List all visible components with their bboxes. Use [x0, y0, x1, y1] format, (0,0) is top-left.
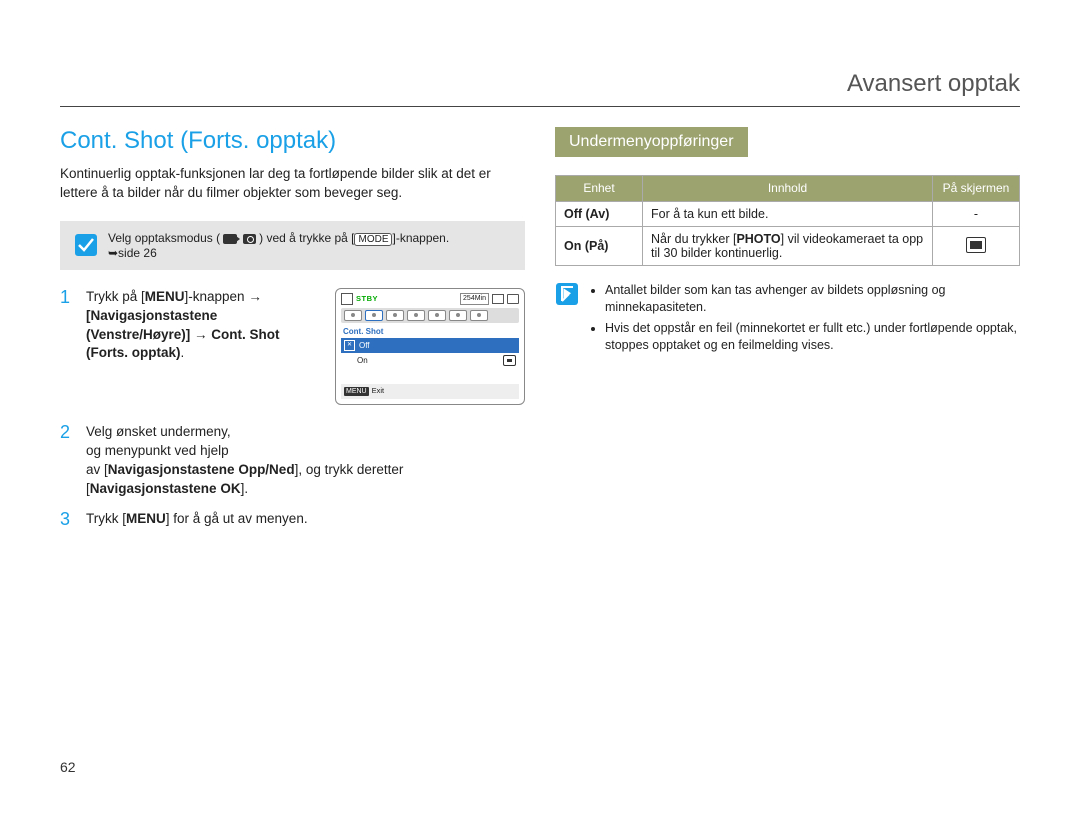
left-column: Cont. Shot (Forts. opptak) Kontinuerlig …: [60, 127, 525, 542]
page-number: 62: [60, 759, 76, 775]
step-number: 3: [60, 510, 74, 530]
menu-option-on: On: [341, 353, 519, 368]
time-counter: 254Min: [460, 293, 489, 305]
tip-box: Antallet bilder som kan tas avhenger av …: [555, 282, 1020, 358]
mode-note-text: Velg opptaksmodus ( ) ved å trykke på [M…: [108, 231, 449, 260]
table-row: Off (Av) For å ta kun ett bilde. -: [556, 202, 1020, 227]
sd-icon: [341, 293, 353, 305]
menu-title: Cont. Shot: [341, 325, 519, 338]
menu-option-off: ✕ Off: [341, 338, 519, 353]
battery-icon: [507, 294, 519, 304]
col-enhet: Enhet: [556, 176, 643, 202]
step-2: 2 Velg ønsket undermeny, og menypunkt ve…: [60, 423, 525, 499]
video-mode-icon: [223, 234, 237, 244]
menu-tabs: [341, 308, 519, 323]
note-icon: [555, 282, 579, 358]
menu-chip: MENU: [344, 387, 369, 397]
tab-icon: [470, 310, 488, 321]
submenu-header: Undermenyoppføringer: [555, 127, 748, 157]
step-number: 2: [60, 423, 74, 499]
header-title: Avansert opptak: [847, 70, 1020, 97]
submenu-table: Enhet Innhold På skjermen Off (Av) For å…: [555, 175, 1020, 266]
cont-shot-icon: [966, 237, 986, 253]
mode-button-label: MODE: [354, 233, 392, 246]
photo-mode-icon: [243, 234, 256, 244]
step-list: 1 STBY 254Min: [60, 288, 525, 530]
intro-text: Kontinuerlig opptak-funksjonen lar deg t…: [60, 165, 525, 203]
tab-icon-active: [365, 310, 383, 321]
section-title: Cont. Shot (Forts. opptak): [60, 127, 525, 155]
table-row: On (På) Når du trykker [PHOTO] vil video…: [556, 227, 1020, 266]
step-number: 1: [60, 288, 74, 411]
check-icon: [74, 233, 98, 257]
tab-icon: [428, 310, 446, 321]
tab-icon: [407, 310, 425, 321]
card-icon: [492, 294, 504, 304]
col-innhold: Innhold: [643, 176, 933, 202]
page-header: Avansert opptak: [60, 70, 1020, 107]
tip-item: Hvis det oppstår en feil (minnekortet er…: [605, 320, 1020, 354]
off-glyph-icon: ✕: [344, 340, 355, 351]
stby-label: STBY: [356, 294, 378, 305]
right-column: Undermenyoppføringer Enhet Innhold På sk…: [555, 127, 1020, 542]
mode-note: Velg opptaksmodus ( ) ved å trykke på [M…: [60, 221, 525, 270]
tab-icon: [344, 310, 362, 321]
tab-icon: [386, 310, 404, 321]
camera-screen: STBY 254Min: [335, 288, 525, 405]
tab-icon: [449, 310, 467, 321]
page-reference: ➥side 26: [108, 246, 157, 260]
step-1: 1 STBY 254Min: [60, 288, 525, 411]
step-3: 3 Trykk [MENU] for å gå ut av menyen.: [60, 510, 525, 530]
menu-exit-row: MENU Exit: [341, 384, 519, 399]
cont-shot-icon: [503, 355, 516, 366]
col-skjerm: På skjermen: [933, 176, 1020, 202]
tip-item: Antallet bilder som kan tas avhenger av …: [605, 282, 1020, 316]
